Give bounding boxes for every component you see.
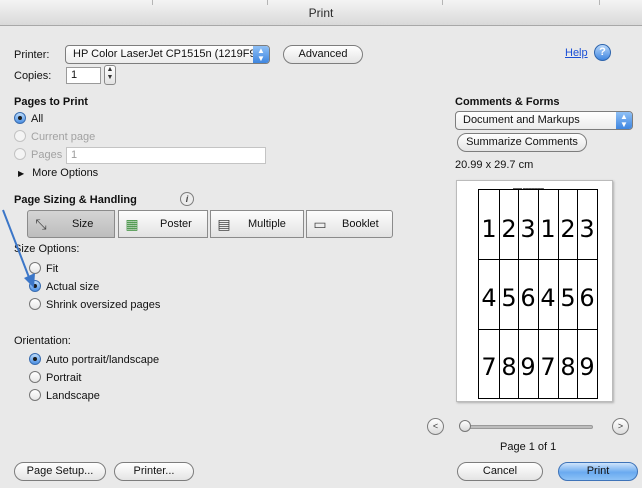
comments-forms-title: Comments & Forms (455, 96, 560, 108)
info-icon[interactable]: i (180, 192, 194, 206)
pages-current-radio[interactable]: Current page (14, 130, 95, 143)
radio-dot-icon (14, 112, 26, 124)
size-button-label: Size (72, 218, 94, 230)
orientation-portrait-radio[interactable]: Portrait (29, 371, 81, 384)
popup-arrows-icon: ▲ ▼ (253, 46, 269, 63)
comments-select-value: Document and Markups (463, 114, 580, 126)
chevron-left-icon: < (432, 421, 439, 431)
window-title: Print (308, 6, 334, 20)
previous-page-button[interactable]: < (427, 418, 444, 435)
title-tick (267, 0, 268, 5)
poster-button[interactable]: ▦ Poster (118, 210, 208, 238)
title-bar: Print (0, 0, 642, 26)
annotation-arrow-icon (2, 209, 35, 288)
pages-range-label: Pages (31, 149, 63, 161)
title-tick (599, 0, 600, 5)
booklet-button-label: Booklet (342, 218, 379, 230)
sizing-title: Page Sizing & Handling (14, 194, 137, 206)
pages-range-field[interactable]: 1 (66, 147, 266, 164)
booklet-button[interactable]: ▭ Booklet (306, 210, 393, 238)
summarize-comments-button[interactable]: Summarize Comments (457, 133, 587, 152)
help-link[interactable]: Help (565, 47, 588, 59)
fit-label: Fit (46, 263, 59, 275)
preview-grid: 123123456456789789 (478, 189, 598, 399)
page-slider-track[interactable] (465, 425, 593, 429)
disclosure-triangle-icon: ▶ (18, 169, 25, 178)
page-indicator: Page 1 of 1 (500, 441, 557, 453)
multiple-button[interactable]: ▤ Multiple (210, 210, 304, 238)
pages-range-radio[interactable]: Pages (14, 148, 62, 161)
radio-dot-icon (14, 148, 26, 160)
title-tick (442, 0, 443, 5)
pages-to-print-title: Pages to Print (14, 96, 88, 108)
chevron-right-icon: > (617, 421, 624, 431)
more-options-label: More Options (32, 167, 99, 179)
more-options-disclosure[interactable]: ▶ More Options (18, 167, 98, 179)
poster-icon: ▦ (125, 216, 139, 232)
page-preview: ▬▬▬ ▬▬▬▬▬▬▬ 123123456456789789 (456, 180, 613, 402)
orientation-label: Orientation: (14, 335, 71, 347)
sizing-segmented-control: ⤡ Size ▦ Poster ▤ Multiple ▭ Booklet (27, 210, 393, 238)
preview-row-line (479, 329, 597, 330)
shrink-radio[interactable]: Shrink oversized pages (29, 298, 160, 311)
printer-select-value: HP Color LaserJet CP1515n (1219F9) (73, 48, 260, 60)
preview-row-line (479, 259, 597, 260)
preview-digit: 9 (579, 353, 595, 381)
page-size-label: 20.99 x 29.7 cm (455, 159, 534, 171)
pages-all-radio[interactable]: All (14, 112, 43, 125)
popup-arrows-icon: ▲ ▼ (616, 112, 632, 129)
title-tick (152, 0, 153, 5)
radio-dot-icon (29, 371, 41, 383)
preview-digit: 3 (579, 215, 595, 243)
copies-stepper[interactable]: ▲ ▼ (104, 65, 116, 85)
printer-button[interactable]: Printer... (114, 462, 194, 481)
print-button[interactable]: Print (558, 462, 638, 481)
orientation-landscape-radio[interactable]: Landscape (29, 389, 100, 402)
page-setup-button[interactable]: Page Setup... (14, 462, 106, 481)
copies-field[interactable]: 1 (66, 67, 101, 84)
multiple-button-label: Multiple (248, 218, 286, 230)
radio-dot-icon (29, 353, 41, 365)
actual-size-label: Actual size (46, 281, 100, 293)
orientation-portrait-label: Portrait (46, 372, 82, 384)
booklet-icon: ▭ (313, 216, 327, 232)
orientation-auto-radio[interactable]: Auto portrait/landscape (29, 353, 159, 366)
comments-select[interactable]: Document and Markups ▲ ▼ (455, 111, 633, 130)
orientation-landscape-label: Landscape (46, 390, 100, 402)
radio-dot-icon (29, 389, 41, 401)
shrink-label: Shrink oversized pages (46, 299, 161, 311)
page-slider-thumb[interactable] (459, 420, 471, 432)
radio-dot-icon (29, 298, 41, 310)
orientation-auto-label: Auto portrait/landscape (46, 354, 160, 366)
next-page-button[interactable]: > (612, 418, 629, 435)
printer-label: Printer: (14, 49, 50, 61)
copies-label: Copies: (14, 70, 52, 82)
pages-all-label: All (31, 113, 44, 125)
preview-digit: 6 (579, 284, 595, 312)
poster-button-label: Poster (160, 218, 192, 230)
radio-dot-icon (14, 130, 26, 142)
cancel-button[interactable]: Cancel (457, 462, 543, 481)
printer-select[interactable]: HP Color LaserJet CP1515n (1219F9) ▲ ▼ (65, 45, 270, 64)
help-icon[interactable]: ? (594, 44, 611, 61)
multiple-icon: ▤ (217, 216, 231, 232)
size-button[interactable]: ⤡ Size (27, 210, 115, 238)
advanced-button[interactable]: Advanced (283, 45, 363, 64)
pages-current-label: Current page (31, 131, 96, 143)
